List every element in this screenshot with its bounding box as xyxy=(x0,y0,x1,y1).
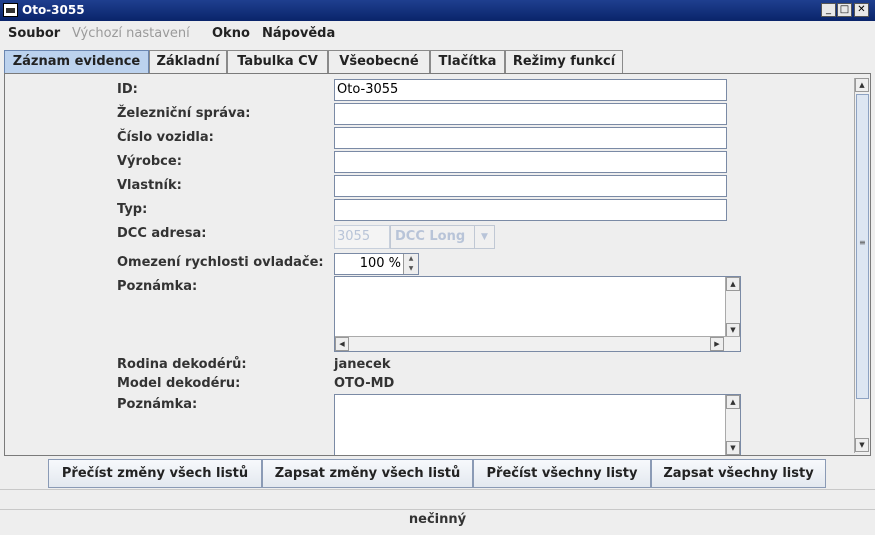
menu-window[interactable]: Okno xyxy=(212,26,250,41)
decoder-comment-textarea[interactable]: ▲ ▼ xyxy=(334,394,741,455)
comment-horizontal-scrollbar[interactable]: ◀ ▶ xyxy=(335,336,740,351)
id-label: ID: xyxy=(117,82,138,97)
decoder-comment-label: Poznámka: xyxy=(117,397,198,412)
number-label: Číslo vozidla: xyxy=(117,130,214,145)
decoder-family-value: janecek xyxy=(334,357,391,372)
grip-icon: ≡ xyxy=(859,238,866,247)
read-all-sheets-button[interactable]: Přečíst všechny listy xyxy=(473,459,651,488)
scroll-down-icon[interactable]: ▼ xyxy=(726,441,740,455)
decoder-model-value: OTO-MD xyxy=(334,376,395,391)
speed-limit-value: 100 % xyxy=(359,256,401,271)
scroll-up-icon[interactable]: ▲ xyxy=(855,78,869,92)
spinner-up-icon[interactable]: ▲ xyxy=(403,254,418,264)
status-text: nečinný xyxy=(408,512,467,527)
railroad-label: Železniční správa: xyxy=(117,106,251,121)
window-title: Oto-3055 xyxy=(22,3,85,17)
scroll-down-icon[interactable]: ▼ xyxy=(726,323,740,337)
tab-roster-entry[interactable]: Záznam evidence xyxy=(4,50,149,74)
tab-function-modes[interactable]: Režimy funkcí xyxy=(505,50,623,73)
menu-file[interactable]: Soubor xyxy=(8,26,60,41)
manufacturer-field[interactable] xyxy=(334,151,727,173)
scroll-right-icon[interactable]: ▶ xyxy=(710,337,724,351)
maximize-button[interactable]: □ xyxy=(837,3,852,17)
divider xyxy=(0,509,875,510)
spinner-down-icon[interactable]: ▼ xyxy=(403,264,418,274)
divider xyxy=(0,489,875,490)
write-all-sheets-button[interactable]: Zapsat všechny listy xyxy=(651,459,826,488)
dcc-mode-value: DCC Long xyxy=(395,229,466,244)
speed-limit-spinner[interactable]: 100 % ▲ ▼ xyxy=(334,253,419,275)
tab-buttons[interactable]: Tlačítka xyxy=(430,50,505,73)
scroll-up-icon[interactable]: ▲ xyxy=(726,395,740,409)
menu-defaults[interactable]: Výchozí nastavení xyxy=(72,26,190,41)
comment-textarea[interactable]: ▲ ▼ ◀ ▶ xyxy=(334,276,741,352)
manufacturer-label: Výrobce: xyxy=(117,154,182,169)
type-field[interactable] xyxy=(334,199,727,221)
railroad-field[interactable] xyxy=(334,103,727,125)
comment-vertical-scrollbar[interactable]: ▲ ▼ xyxy=(725,277,740,337)
scrollbar-thumb[interactable]: ≡ xyxy=(856,94,869,399)
tab-general[interactable]: Všeobecné xyxy=(328,50,430,73)
number-field[interactable] xyxy=(334,127,727,149)
scroll-down-icon[interactable]: ▼ xyxy=(855,438,869,452)
tab-cv-table[interactable]: Tabulka CV xyxy=(227,50,328,73)
menu-help[interactable]: Nápověda xyxy=(262,26,335,41)
type-label: Typ: xyxy=(117,202,148,217)
decoder-comment-vertical-scrollbar[interactable]: ▲ ▼ xyxy=(725,395,740,455)
write-changes-all-sheets-button[interactable]: Zapsat změny všech listů xyxy=(262,459,473,488)
id-field[interactable]: Oto-3055 xyxy=(334,79,727,101)
comment-label: Poznámka: xyxy=(117,279,198,294)
panel-vertical-scrollbar[interactable]: ▲ ≡ ▼ xyxy=(854,78,870,453)
dcc-address-field[interactable]: 3055 xyxy=(334,225,390,249)
chevron-down-icon[interactable]: ▼ xyxy=(474,226,494,248)
roster-entry-panel: ID: Oto-3055 Železniční správa: Číslo vo… xyxy=(4,73,871,456)
owner-field[interactable] xyxy=(334,175,727,197)
app-icon xyxy=(3,3,18,17)
menu-bar: Soubor Výchozí nastavení Okno Nápověda xyxy=(0,22,875,46)
scroll-left-icon[interactable]: ◀ xyxy=(335,337,349,351)
title-bar: Oto-3055 _ □ ✕ xyxy=(0,0,875,21)
dcc-mode-select[interactable]: DCC Long ▼ xyxy=(390,225,495,249)
decoder-family-label: Rodina dekodérů: xyxy=(117,357,247,372)
dcc-address-label: DCC adresa: xyxy=(117,226,207,241)
owner-label: Vlastník: xyxy=(117,178,182,193)
read-changes-all-sheets-button[interactable]: Přečíst změny všech listů xyxy=(48,459,262,488)
close-button[interactable]: ✕ xyxy=(854,3,869,17)
minimize-button[interactable]: _ xyxy=(821,3,836,17)
scroll-up-icon[interactable]: ▲ xyxy=(726,277,740,291)
decoder-model-label: Model dekodéru: xyxy=(117,376,241,391)
tab-basic[interactable]: Základní xyxy=(149,50,227,73)
speed-limit-label: Omezení rychlosti ovladače: xyxy=(117,255,324,270)
